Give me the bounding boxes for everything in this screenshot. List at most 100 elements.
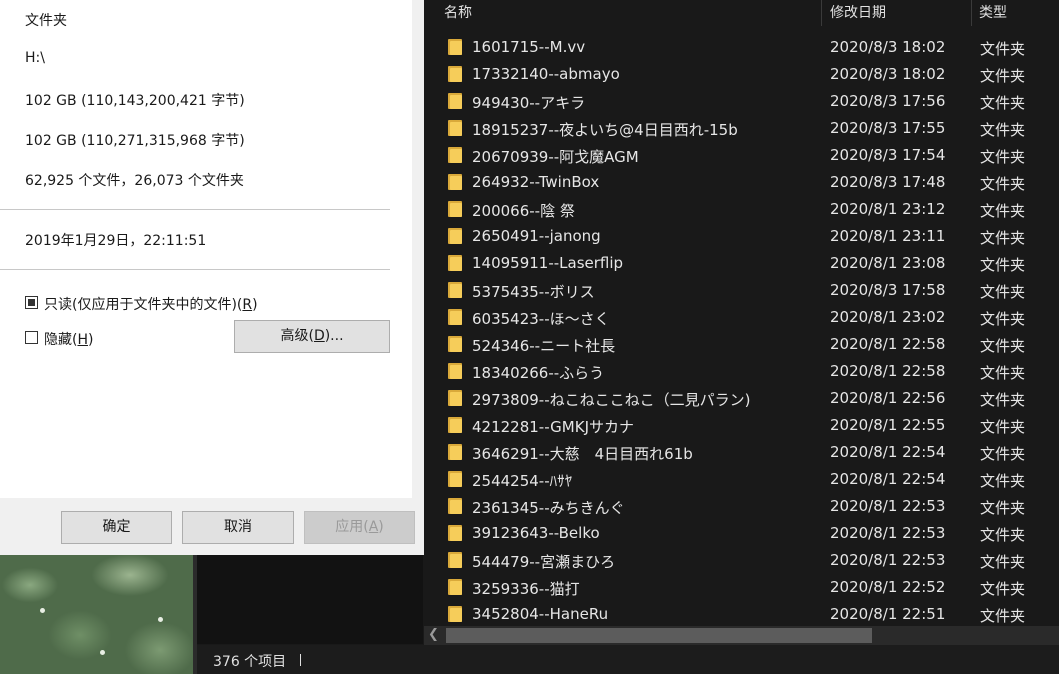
file-row[interactable]: 200066--陰 祭 2020/8/1 23:12 文件夹 <box>424 196 1059 223</box>
file-modified: 2020/8/3 17:56 <box>830 92 946 110</box>
file-type: 文件夹 <box>980 121 1026 139</box>
divider <box>0 209 390 210</box>
column-header-modified[interactable]: 修改日期 <box>830 2 886 22</box>
file-name: 39123643--Belko <box>472 524 600 542</box>
folder-icon <box>448 471 462 487</box>
file-row[interactable]: 949430--アキラ 2020/8/3 17:56 文件夹 <box>424 88 1059 115</box>
folder-icon <box>448 147 462 163</box>
file-modified: 2020/8/1 22:58 <box>830 335 946 353</box>
properties-dialog: 文件夹 H:\ 102 GB (110,143,200,421 字节) 102 … <box>0 0 425 555</box>
file-row[interactable]: 2650491--janong 2020/8/1 23:11 文件夹 <box>424 223 1059 250</box>
file-row[interactable]: 5375435--ボリス 2020/8/3 17:58 文件夹 <box>424 277 1059 304</box>
file-name: 14095911--Laserflip <box>472 254 624 272</box>
desktop-wallpaper <box>0 555 196 674</box>
readonly-label[interactable]: 只读(仅应用于文件夹中的文件)(R) <box>44 294 258 314</box>
file-name: 20670939--阿戈魔AGM <box>472 148 639 166</box>
file-row[interactable]: 524346--ニート社長 2020/8/1 22:58 文件夹 <box>424 331 1059 358</box>
file-row[interactable]: 17332140--abmayo 2020/8/3 18:02 文件夹 <box>424 61 1059 88</box>
file-row[interactable]: 2973809--ねこねここねこ（二見パラン) 2020/8/1 22:56 文件夹 <box>424 385 1059 412</box>
file-row[interactable]: 1601715--M.vv 2020/8/3 18:02 文件夹 <box>424 34 1059 61</box>
folder-icon <box>448 309 462 325</box>
hidden-checkbox[interactable] <box>25 331 38 344</box>
column-divider[interactable] <box>821 0 822 26</box>
file-row[interactable]: 544479--宮瀬まひろ 2020/8/1 22:53 文件夹 <box>424 547 1059 574</box>
folder-icon <box>448 579 462 595</box>
file-name: 4212281--GMKJサカナ <box>472 418 635 436</box>
file-row[interactable]: 2544254--ﾊｻﾔ 2020/8/1 22:54 文件夹 <box>424 466 1059 493</box>
file-modified: 2020/8/3 18:02 <box>830 38 946 56</box>
horizontal-scrollbar[interactable]: ❮ <box>424 626 1059 645</box>
file-type: 文件夹 <box>980 472 1026 490</box>
file-row[interactable]: 6035423--ほ～さく 2020/8/1 23:02 文件夹 <box>424 304 1059 331</box>
file-row[interactable]: 18340266--ふらう 2020/8/1 22:58 文件夹 <box>424 358 1059 385</box>
file-type: 文件夹 <box>980 148 1026 166</box>
file-row[interactable]: 39123643--Belko 2020/8/1 22:53 文件夹 <box>424 520 1059 547</box>
item-count: 376 个项目 <box>213 654 287 670</box>
status-separator <box>300 654 301 666</box>
file-type: 文件夹 <box>980 310 1026 328</box>
cancel-button[interactable]: 取消 <box>182 511 294 544</box>
file-name: 17332140--abmayo <box>472 65 620 83</box>
file-modified: 2020/8/1 23:11 <box>830 227 946 245</box>
file-modified: 2020/8/1 22:53 <box>830 551 946 569</box>
column-divider[interactable] <box>971 0 972 26</box>
properties-general-tab: 文件夹 H:\ 102 GB (110,143,200,421 字节) 102 … <box>0 0 412 498</box>
ok-button[interactable]: 确定 <box>61 511 172 544</box>
file-modified: 2020/8/1 23:12 <box>830 200 946 218</box>
file-type: 文件夹 <box>980 553 1026 571</box>
file-row[interactable]: 3452804--HaneRu 2020/8/1 22:51 文件夹 <box>424 601 1059 628</box>
hidden-label[interactable]: 隐藏(H) <box>44 329 93 349</box>
scrollbar-thumb[interactable] <box>446 628 872 643</box>
file-type: 文件夹 <box>980 607 1026 625</box>
column-header-type[interactable]: 类型 <box>979 2 1007 22</box>
file-row[interactable]: 14095911--Laserflip 2020/8/1 23:08 文件夹 <box>424 250 1059 277</box>
apply-button[interactable]: 应用(A) <box>304 511 415 544</box>
file-row[interactable]: 4212281--GMKJサカナ 2020/8/1 22:55 文件夹 <box>424 412 1059 439</box>
folder-icon <box>448 390 462 406</box>
folder-icon <box>448 120 462 136</box>
file-modified: 2020/8/3 17:48 <box>830 173 946 191</box>
folder-icon <box>448 66 462 82</box>
folder-icon <box>448 93 462 109</box>
file-modified: 2020/8/1 22:55 <box>830 416 946 434</box>
file-row[interactable]: 3259336--猫打 2020/8/1 22:52 文件夹 <box>424 574 1059 601</box>
file-name: 200066--陰 祭 <box>472 202 575 220</box>
file-row[interactable]: 18915237--夜よいち@4日目西れ-15b 2020/8/3 17:55 文件… <box>424 115 1059 142</box>
file-type: 文件夹 <box>980 337 1026 355</box>
file-row[interactable]: 2361345--みちきんぐ 2020/8/1 22:53 文件夹 <box>424 493 1059 520</box>
file-type: 文件夹 <box>980 256 1026 274</box>
file-row[interactable]: 3646291--大慈 4日目西れ61b 2020/8/1 22:54 文件夹 <box>424 439 1059 466</box>
file-name: 524346--ニート社長 <box>472 337 616 355</box>
file-type: 文件夹 <box>980 283 1026 301</box>
advanced-button[interactable]: 高级(D)... <box>234 320 390 353</box>
column-header-name[interactable]: 名称 <box>444 2 472 22</box>
file-type: 文件夹 <box>980 499 1026 517</box>
folder-icon <box>448 282 462 298</box>
folder-icon <box>448 552 462 568</box>
folder-icon <box>448 498 462 514</box>
readonly-checkbox[interactable] <box>25 296 38 309</box>
file-modified: 2020/8/1 22:52 <box>830 578 946 596</box>
file-type: 文件夹 <box>980 526 1026 544</box>
location-value: H:\ <box>25 50 45 66</box>
created-value: 2019年1月29日，22:11:51 <box>25 233 207 249</box>
file-modified: 2020/8/1 23:08 <box>830 254 946 272</box>
file-list-pane: 名称 修改日期 类型 1601715--M.vv 2020/8/3 18:02 文件… <box>424 0 1059 645</box>
file-type: 文件夹 <box>980 418 1026 436</box>
file-name: 544479--宮瀬まひろ <box>472 553 616 571</box>
folder-icon <box>448 525 462 541</box>
folder-icon <box>448 255 462 271</box>
chevron-left-icon[interactable]: ❮ <box>428 627 439 642</box>
file-name: 5375435--ボリス <box>472 283 595 301</box>
folder-icon <box>448 444 462 460</box>
folder-icon <box>448 228 462 244</box>
file-modified: 2020/8/1 22:53 <box>830 524 946 542</box>
file-row[interactable]: 264932--TwinBox 2020/8/3 17:48 文件夹 <box>424 169 1059 196</box>
status-bar: 376 个项目 <box>197 645 1059 674</box>
file-row[interactable]: 20670939--阿戈魔AGM 2020/8/3 17:54 文件夹 <box>424 142 1059 169</box>
contains-value: 62,925 个文件，26,073 个文件夹 <box>25 173 244 189</box>
file-name: 3452804--HaneRu <box>472 605 609 623</box>
file-name: 264932--TwinBox <box>472 173 600 191</box>
file-type: 文件夹 <box>980 391 1026 409</box>
file-name: 18340266--ふらう <box>472 364 605 382</box>
